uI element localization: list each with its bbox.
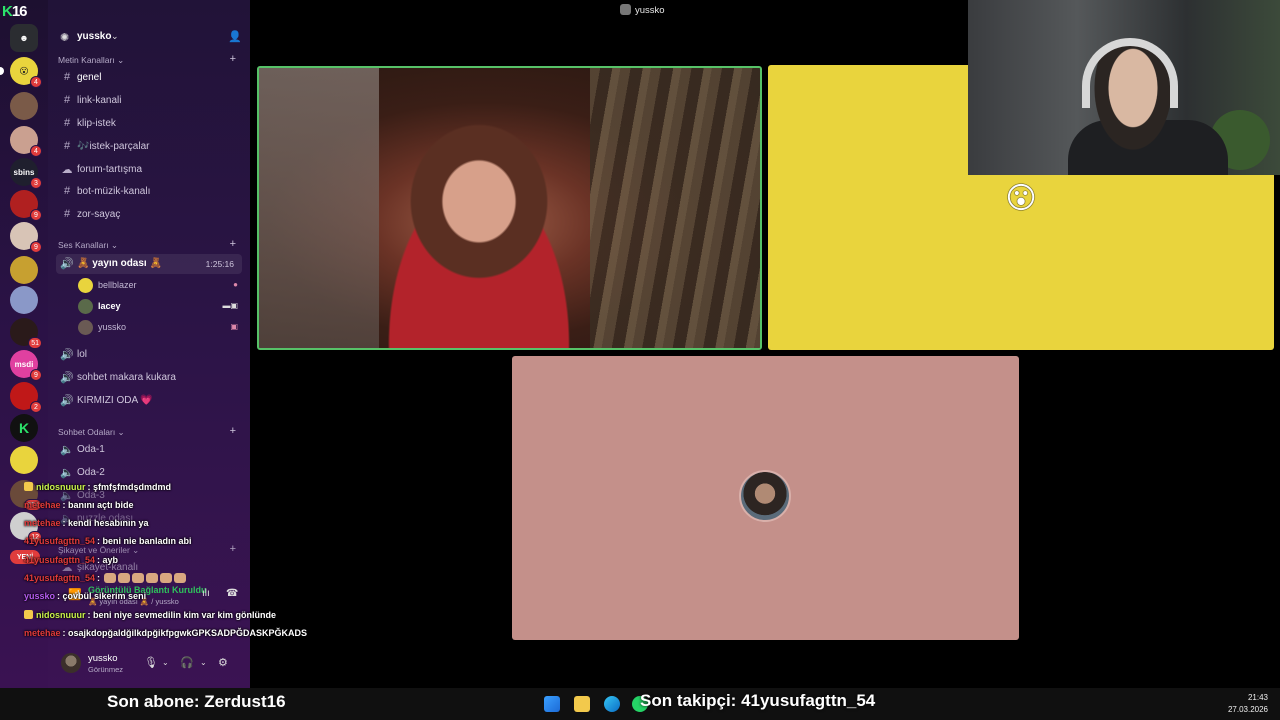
chat-message: 41yusufagttn_54: beni nie banladın abi	[24, 536, 192, 546]
channel-bot-muzik[interactable]: # bot-müzik-kanalı	[56, 182, 242, 202]
server-icon-3[interactable]: 4	[10, 126, 42, 157]
edge-icon[interactable]	[604, 696, 620, 712]
server-icon-6[interactable]: 9	[10, 222, 42, 253]
invite-icon[interactable]: 👤	[228, 30, 242, 43]
server-icon-jake[interactable]: 😮 4	[0, 57, 42, 88]
call-title: yussko	[620, 4, 665, 16]
channel-genel[interactable]: # genel	[56, 68, 242, 88]
plus-icon[interactable]: +	[230, 425, 236, 437]
hash-icon: #	[63, 71, 71, 83]
chat-message: nidosnuuur: şfmfşfmdşdmdmd	[24, 482, 171, 492]
category-text[interactable]: Metin Kanalları ⌄ +	[58, 53, 240, 66]
last-follower: Son takipçi: 41yusufagttn_54	[640, 691, 876, 710]
speaker-icon: 🔊	[60, 395, 74, 407]
avatar[interactable]	[61, 653, 81, 673]
headset	[1082, 38, 1178, 108]
k16-logo: K16	[2, 3, 28, 20]
category-voice[interactable]: Ses Kanalları ⌄ +	[58, 238, 240, 251]
server-icon-7[interactable]	[10, 256, 38, 284]
video-icon: ▬▣	[222, 301, 238, 310]
folder-icon[interactable]	[574, 696, 590, 712]
voice-channel-lol[interactable]: 🔊 lol	[56, 345, 242, 365]
channel-link-kanali[interactable]: # link-kanali	[56, 91, 242, 111]
speaker-icon: 🔈	[60, 467, 74, 479]
server-icon-5[interactable]: 9	[10, 190, 42, 221]
server-name: yussko	[77, 31, 112, 42]
video-tile-yussko[interactable]	[512, 356, 1019, 640]
chat-message: 41yusufagttn_54:	[24, 573, 187, 583]
server-icon: ✺	[60, 32, 70, 44]
user-panel: yussko Görünmez 🎙 ⌄ 🎧 ⌄ ⚙	[48, 648, 250, 680]
stream-icon: ▣	[230, 322, 238, 331]
channel-zor-sayac[interactable]: # zor-sayaç	[56, 205, 242, 225]
video-feed	[339, 88, 619, 348]
windows-icon[interactable]	[544, 696, 560, 712]
hash-icon: #	[63, 117, 71, 129]
forum-icon: ☁	[61, 164, 73, 176]
chat-message: yussko: çovbül sikerim seni	[24, 591, 147, 601]
server-icon-kick[interactable]: K	[10, 414, 38, 442]
avatar	[78, 320, 93, 335]
chat-message: metehae: banını açtı bide	[24, 500, 134, 510]
server-icon-2[interactable]	[10, 92, 38, 120]
voice-channel-oda-1[interactable]: 🔈 Oda-1	[56, 440, 242, 460]
voice-channel-sohbet[interactable]: 🔊 sohbet makara kukara	[56, 368, 242, 388]
server-icon-11[interactable]: 2	[10, 382, 42, 413]
chevron-down-icon[interactable]: ⌄	[162, 658, 169, 667]
plus-icon[interactable]: +	[230, 53, 236, 65]
hash-icon: #	[63, 94, 71, 106]
server-header[interactable]: ✺ yussko ⌄ 👤	[48, 24, 250, 52]
voice-channel-kirmizi-oda[interactable]: 🔊 KIRMIZI ODA 💗	[56, 391, 242, 411]
speaker-icon: 🔊	[60, 349, 74, 361]
chat-message: metehae: kendi hesabının ya	[24, 518, 149, 528]
server-icon-sbins[interactable]: sbins 3	[10, 158, 42, 189]
voice-user-yussko[interactable]: yussko ▣	[78, 318, 242, 338]
avatar	[620, 4, 631, 15]
speaker-icon: 🔊	[60, 372, 74, 384]
hash-icon: #	[63, 208, 71, 220]
gear-icon[interactable]: ⚙	[218, 656, 228, 669]
voice-timer: 1:25:16	[205, 259, 234, 269]
video-tile-lacey[interactable]	[257, 66, 762, 350]
speaker-icon: 🔊	[60, 258, 74, 270]
server-icon-9[interactable]: 51	[10, 318, 42, 349]
server-icon-msdi[interactable]: msdi 9	[10, 350, 42, 381]
status-icon: ●	[233, 280, 238, 289]
voice-user-lacey[interactable]: lacey ▬▣	[78, 297, 242, 317]
server-icon-8[interactable]	[10, 286, 38, 314]
avatar	[739, 470, 791, 522]
channel-istek-parcalar[interactable]: # 🎶istek-parçalar	[56, 137, 242, 157]
channel-klip-istek[interactable]: # klip-istek	[56, 114, 242, 134]
stream-chat-overlay: nidosnuuur: şfmfşfmdşdmdmd metehae: banı…	[20, 480, 340, 640]
chat-message: 41yusufagttn_54: ayb	[24, 555, 119, 565]
server-icon-13[interactable]	[10, 446, 38, 474]
discord-home-icon[interactable]: ☻	[10, 24, 38, 52]
voice-channel-yayin-odasi[interactable]: 🔊 🧸 yayın odası 🧸 1:25:16	[56, 254, 242, 274]
taskbar: Son abone: Zerdust16 Son takipçi: 41yusu…	[0, 688, 1280, 720]
chevron-down-icon: ⌄	[111, 31, 119, 41]
avatar: 😮	[1005, 182, 1037, 215]
chat-message: metehae: osajkdopğaldğilkdpğikfpgwkGPKSA…	[24, 628, 308, 638]
hash-icon: #	[63, 140, 71, 152]
category-chat-rooms[interactable]: Sohbet Odaları ⌄ +	[58, 425, 240, 438]
chevron-down-icon[interactable]: ⌄	[200, 658, 207, 667]
mic-icon[interactable]: 🎙	[144, 656, 158, 669]
webcam-overlay	[968, 0, 1280, 175]
user-name: yussko	[88, 653, 118, 664]
speaker-icon: 🔈	[60, 444, 74, 456]
avatar	[78, 299, 93, 314]
plus-icon[interactable]: +	[230, 238, 236, 250]
clock-date[interactable]: 27.03.2026	[1228, 705, 1268, 714]
user-status: Görünmez	[88, 665, 124, 674]
clock-time[interactable]: 21:43	[1248, 693, 1268, 702]
headphones-icon[interactable]: 🎧	[180, 656, 194, 669]
avatar	[78, 278, 93, 293]
chat-message: nidosnuuur: beni niye sevmedilin kim var…	[24, 610, 276, 620]
last-subscriber: Son abone: Zerdust16	[107, 692, 286, 711]
hash-icon: #	[63, 185, 71, 197]
voice-user-bellblazer[interactable]: bellblazer ●	[78, 276, 242, 296]
channel-forum-tartisma[interactable]: ☁ forum-tartışma	[56, 160, 242, 180]
